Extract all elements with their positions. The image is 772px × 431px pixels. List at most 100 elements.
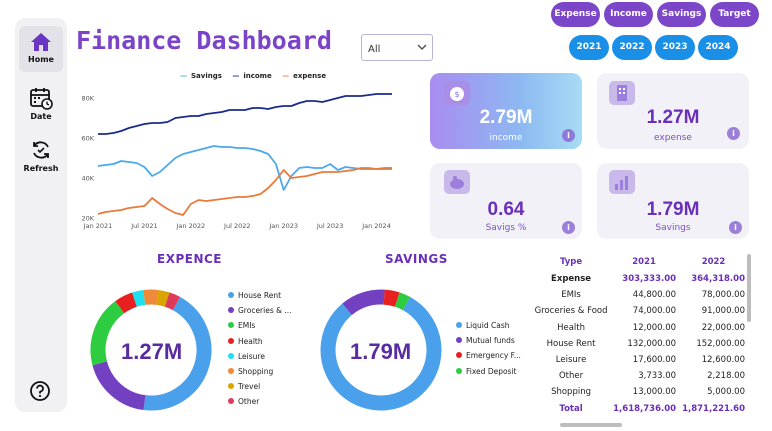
series-line-income[interactable]	[98, 93, 392, 135]
value-2021-cell: 17,600.00	[632, 355, 677, 366]
y-tick-label: 40K	[81, 175, 94, 183]
savings-button[interactable]: Savings	[657, 2, 706, 27]
type-cell: Health	[557, 322, 585, 333]
expense-button[interactable]: Expense	[551, 2, 600, 27]
legend-label: Groceries & ...	[238, 306, 292, 316]
legend-item[interactable]: House Rent	[228, 291, 292, 306]
legend-item[interactable]: Shopping	[228, 367, 292, 382]
info-icon[interactable]: i	[727, 127, 740, 140]
table-row[interactable]: Health 12,000.00 22,000.00	[530, 320, 745, 336]
legend-item[interactable]: Health	[228, 337, 292, 352]
info-icon[interactable]: i	[562, 221, 575, 234]
donut-slice[interactable]	[164, 292, 181, 311]
table-row[interactable]: Total 1,618,736.00 1,871,221.60	[530, 401, 745, 417]
value-2022-cell: 2,218.00	[707, 371, 745, 382]
svg-text:$: $	[454, 90, 459, 99]
legend-dot	[228, 337, 234, 344]
value-2021-cell: 303,333.00	[622, 274, 677, 285]
building-icon	[609, 81, 635, 105]
year-2022-button[interactable]: 2022	[612, 35, 652, 60]
legend-item[interactable]: Other	[228, 397, 292, 412]
value-2022-cell: 12,600.00	[701, 355, 745, 366]
legend-dot	[228, 292, 234, 298]
value-2021-cell: 1,618,736.00	[613, 403, 677, 414]
refresh-icon	[33, 141, 49, 159]
legend-item[interactable]: Trevel	[228, 382, 292, 397]
table-horizontal-scrollbar[interactable]	[560, 423, 622, 427]
table-row[interactable]: Groceries & Food 74,000.00 91,000.00	[530, 303, 745, 319]
value-2021-cell: 44,800.00	[632, 290, 677, 301]
type-cell: House Rent	[546, 338, 596, 349]
table-row[interactable]: EMIs 44,800.00 78,000.00	[530, 287, 745, 303]
legend-item[interactable]: Groceries & ...	[228, 306, 292, 321]
legend-label: EMIs	[238, 321, 256, 331]
table-row[interactable]: Leisure 17,600.00 12,600.00	[530, 352, 745, 368]
donut-slice[interactable]	[115, 292, 138, 314]
home-icon	[31, 33, 51, 51]
table-row[interactable]: House Rent 132,000.00 152,000.00	[530, 336, 745, 352]
legend-item[interactable]: Fixed Deposit	[456, 367, 521, 382]
x-tick-label: Jan 2024	[361, 222, 391, 230]
legend-item[interactable]: EMIs	[228, 321, 292, 336]
donut-slice[interactable]	[394, 292, 411, 311]
money-bag-icon: $	[444, 81, 470, 105]
type-cell: Leisure	[555, 355, 587, 366]
sidebar-item-date[interactable]: Date	[19, 86, 63, 121]
table-row[interactable]: Expense 303,333.00 364,318.00	[530, 271, 745, 287]
series-line-expense[interactable]	[97, 167, 392, 216]
donut-slice[interactable]	[132, 290, 146, 307]
expense-table: Type 2021 2022 Expense 303,333.00 364,318.…	[530, 253, 750, 421]
value-2021-cell: 132,000.00	[627, 338, 677, 349]
year-2024-button[interactable]: 2024	[698, 35, 738, 60]
legend-item[interactable]: Mutual funds	[456, 336, 521, 351]
donut-slice[interactable]	[156, 289, 170, 307]
type-cell: Groceries & Food	[534, 306, 608, 317]
table-row[interactable]: Other 3,733.00 2,218.00	[530, 368, 745, 384]
value-2021-cell: 13,000.00	[632, 387, 677, 398]
sidebar-item-refresh[interactable]: Refresh	[19, 138, 63, 173]
x-tick-label: Jul 2022	[223, 222, 250, 230]
series-line-savings[interactable]	[97, 145, 392, 191]
table-row[interactable]: Shopping 13,000.00 5,000.00	[530, 384, 745, 400]
header-2022: 2022	[701, 257, 726, 267]
year-dropdown-value: All	[368, 44, 381, 55]
type-cell: Total	[559, 403, 583, 414]
sidebar-item-home[interactable]: Home	[19, 26, 63, 72]
calendar-icon	[30, 88, 53, 110]
kpi-savings-pct-value: 0.64	[487, 199, 525, 220]
x-tick-label: Jul 2021	[130, 222, 157, 230]
info-icon[interactable]: i	[729, 221, 742, 234]
kpi-expense-card: 1.27M expense i	[597, 73, 749, 149]
info-icon[interactable]: i	[562, 129, 575, 142]
piggy-bank-icon	[444, 170, 470, 194]
value-2022-cell: 78,000.00	[701, 290, 745, 301]
line-chart: 20K40K60K80KJan 2021 Jul 2021 Jan 2022 Jul …	[81, 93, 392, 230]
legend-item[interactable]: Emergency F...	[456, 351, 521, 366]
donut-slice[interactable]	[342, 289, 385, 316]
legend-label: Other	[238, 397, 260, 407]
kpi-savings-pct-label: Savigs %	[485, 223, 527, 233]
donut-slice[interactable]	[92, 361, 146, 411]
legend-dot	[228, 352, 234, 359]
legend-item[interactable]: Liquid Cash	[456, 321, 521, 336]
kpi-income-label: income	[489, 133, 523, 143]
legend-dot	[456, 352, 462, 359]
income-button[interactable]: Income	[604, 2, 653, 27]
legend-item[interactable]: Leisure	[228, 352, 292, 367]
table-vertical-scrollbar[interactable]	[747, 254, 751, 322]
value-2022-cell: 5,000.00	[707, 387, 745, 398]
kpi-income-value: 2.79M	[479, 107, 533, 128]
kpi-savings-card: 1.79M Savings i	[597, 163, 749, 239]
donut-slice[interactable]	[383, 289, 400, 307]
type-cell: Expense	[551, 274, 592, 285]
target-button[interactable]: Target	[710, 2, 759, 27]
value-2021-cell: 12,000.00	[632, 322, 677, 333]
expense-donut-title: EXPENCE	[157, 252, 222, 266]
year-2023-button[interactable]: 2023	[655, 35, 695, 60]
year-dropdown[interactable]: All	[361, 34, 433, 61]
help-button[interactable]	[29, 380, 51, 406]
year-2021-button[interactable]: 2021	[569, 35, 609, 60]
donut-slice[interactable]	[90, 301, 125, 366]
x-tick-label: Jan 2022	[176, 222, 206, 230]
x-tick-label: Jan 2023	[268, 222, 298, 230]
